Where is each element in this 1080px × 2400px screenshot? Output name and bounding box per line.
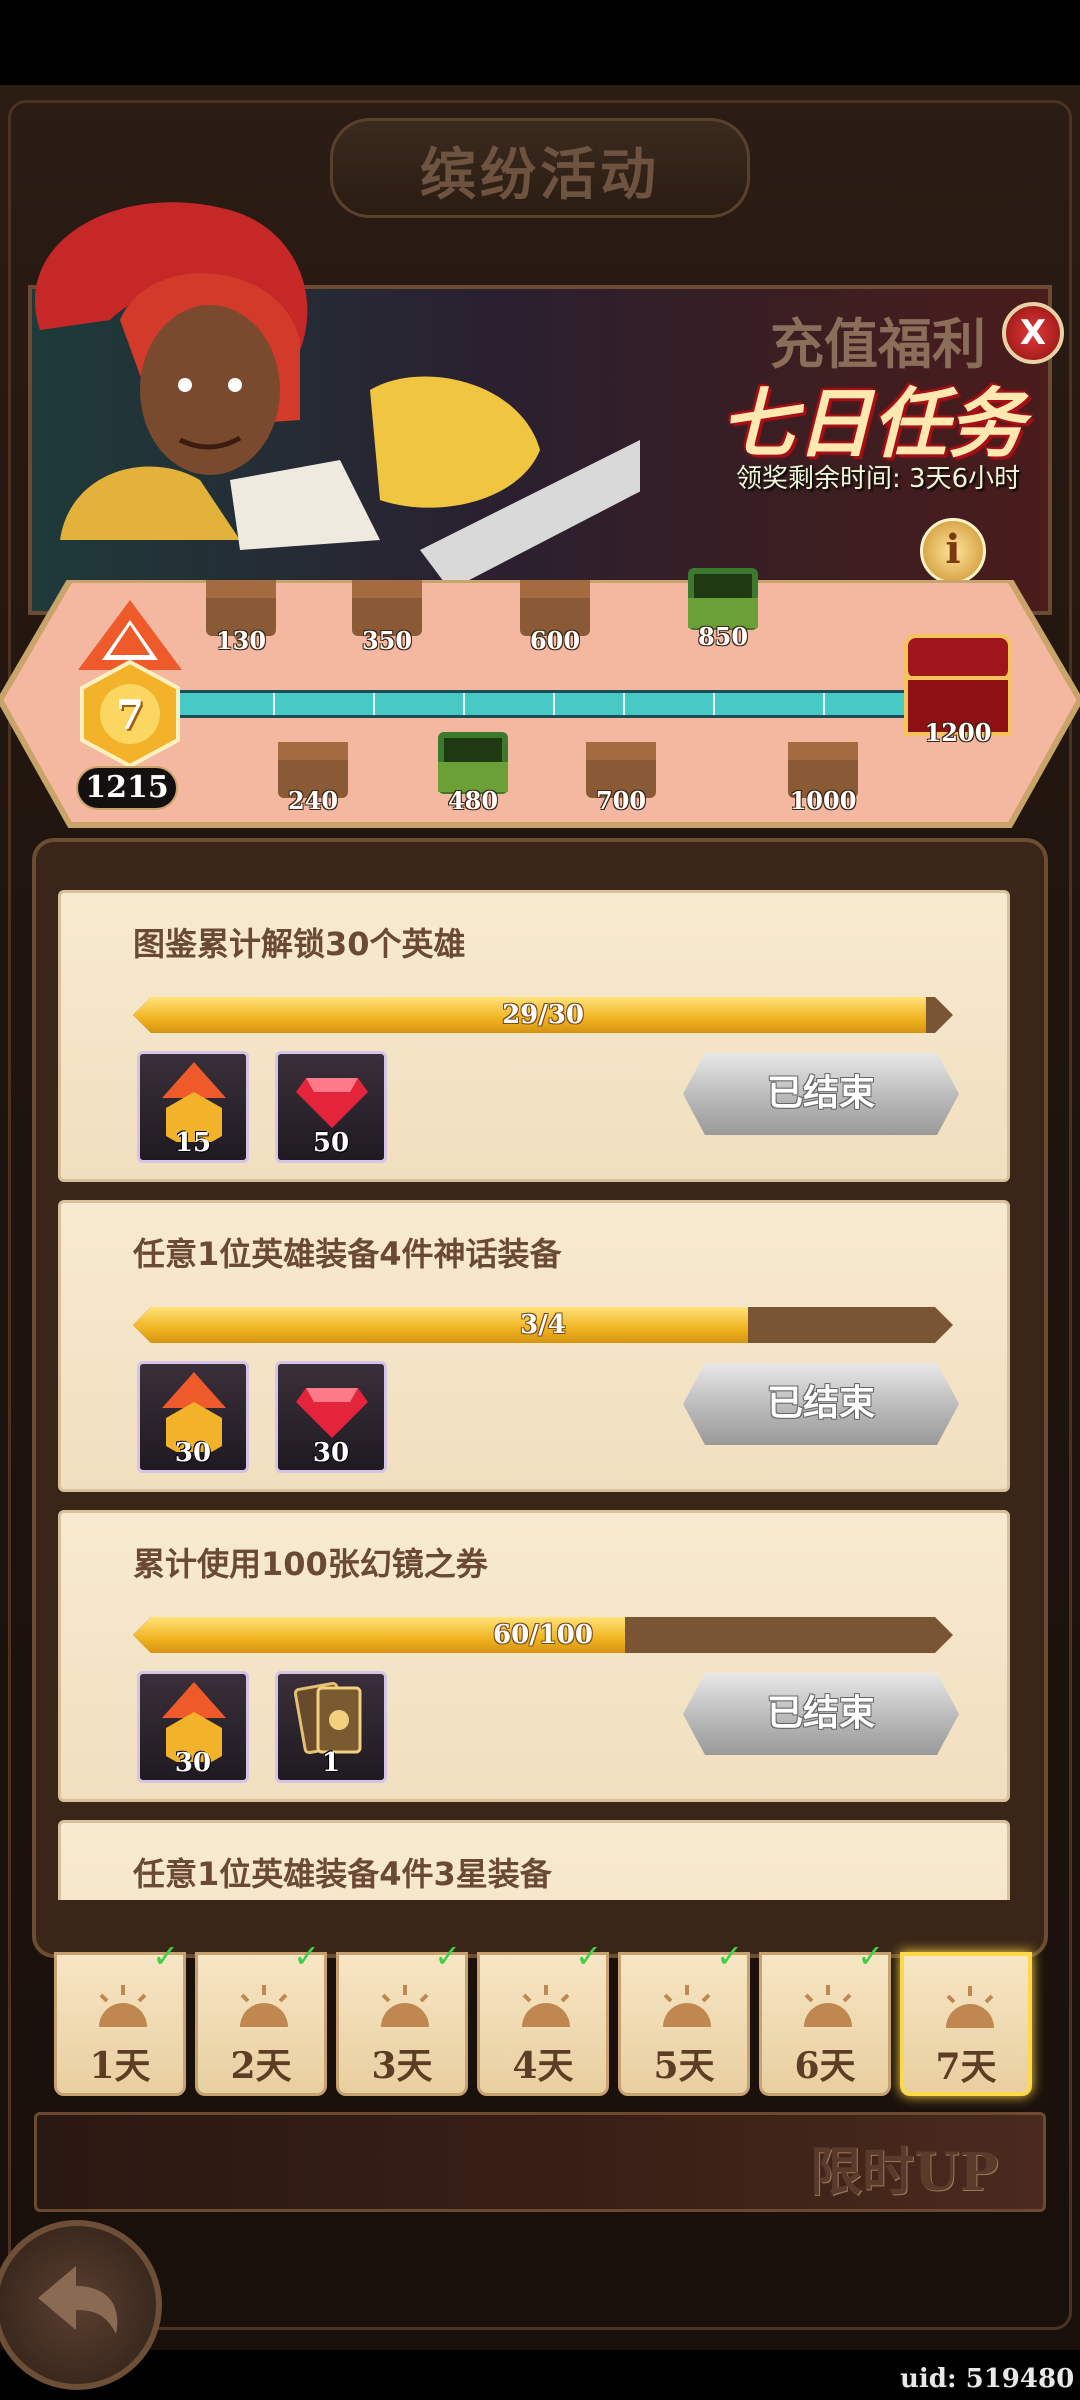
chest-value: 850 [697, 622, 749, 651]
check-icon: ✓ [857, 1937, 884, 1975]
reward-item[interactable]: 50 [275, 1051, 387, 1163]
reward-item[interactable]: 1 [275, 1671, 387, 1783]
reward-item[interactable]: 15 [137, 1051, 249, 1163]
track-tick [713, 693, 715, 715]
reward-count: 50 [312, 1128, 350, 1158]
task-card: 累计使用100张幻镜之券 60/100 30 1 已结束 [58, 1510, 1010, 1802]
chest-1200[interactable]: 1200 [902, 630, 1014, 747]
sunrise-icon [240, 1985, 288, 2027]
task-progress-bar: 3/4 [133, 1307, 953, 1343]
claim-button[interactable]: 已结束 [683, 1363, 959, 1445]
day-label: 3天 [371, 2045, 433, 2087]
check-icon: ✓ [434, 1937, 461, 1975]
check-icon: ✓ [716, 1937, 743, 1975]
sunrise-icon [99, 1985, 147, 2027]
chest-value: 480 [447, 786, 499, 815]
back-button[interactable] [0, 2220, 162, 2390]
ruby-icon [296, 1078, 368, 1128]
sunrise-icon [946, 1986, 994, 2028]
chest-850[interactable]: 850 [686, 566, 760, 651]
track-tick [373, 693, 375, 715]
task-progress-bar: 60/100 [133, 1617, 953, 1653]
progress-text: 29/30 [502, 1000, 584, 1030]
time-remaining: 领奖剩余时间: 3天6小时 [736, 464, 1021, 494]
reward-count: 1 [321, 1748, 341, 1778]
chest-value: 1200 [924, 718, 992, 747]
chest-value: 240 [287, 786, 339, 815]
points-total: 1215 [76, 766, 178, 810]
day-tab-4[interactable]: ✓ 4天 [477, 1937, 609, 2096]
task-title: 图鉴累计解锁30个英雄 [133, 925, 466, 963]
check-icon: ✓ [152, 1937, 179, 1975]
sunrise-icon [663, 1985, 711, 2027]
limited-up-label: 限时UP [810, 2142, 999, 2203]
back-arrow-icon [38, 2266, 118, 2334]
day-label: 2天 [230, 2045, 292, 2087]
chest-value: 1000 [789, 786, 857, 815]
reward-item[interactable]: 30 [137, 1361, 249, 1473]
reward-count: 30 [174, 1748, 212, 1778]
task-title: 任意1位英雄装备4件3星装备 [133, 1855, 552, 1893]
task-card: 任意1位英雄装备4件神话装备 3/4 30 30 已结束 [58, 1200, 1010, 1492]
user-id: uid: 519480 [900, 2364, 1075, 2394]
chest-240[interactable]: 240 [276, 736, 350, 815]
day-tab-3[interactable]: ✓ 3天 [336, 1937, 468, 2096]
task-title: 累计使用100张幻镜之券 [133, 1545, 488, 1583]
chest-value: 130 [215, 626, 267, 655]
sunrise-icon [522, 1985, 570, 2027]
claim-button[interactable]: 已结束 [683, 1673, 959, 1755]
day-label: 5天 [653, 2045, 715, 2087]
day-label: 4天 [512, 2045, 574, 2087]
day-label: 6天 [794, 2045, 856, 2087]
close-button[interactable]: X [1002, 302, 1064, 364]
ruby-icon [296, 1388, 368, 1438]
claim-button[interactable]: 已结束 [683, 1053, 959, 1135]
level-number: 7 [116, 692, 144, 739]
track-tick [553, 693, 555, 715]
chest-480[interactable]: 480 [436, 730, 510, 815]
level-badge: 7 [70, 600, 190, 775]
day-tab-2[interactable]: ✓ 2天 [195, 1937, 327, 2096]
chest-350[interactable]: 350 [350, 574, 424, 655]
track-tick [823, 693, 825, 715]
level-badge-icon [78, 600, 182, 769]
chest-value: 350 [361, 626, 413, 655]
day-tab-6[interactable]: ✓ 6天 [759, 1937, 891, 2096]
chest-130[interactable]: 130 [204, 574, 278, 655]
progress-text: 60/100 [493, 1620, 593, 1650]
banner-title: 七日任务 [720, 379, 1024, 468]
info-button[interactable]: i [920, 518, 986, 584]
reward-item[interactable]: 30 [275, 1361, 387, 1473]
reward-count: 30 [312, 1438, 350, 1468]
day-label: 7天 [935, 2046, 997, 2088]
day-label: 1天 [89, 2045, 151, 2087]
points-track [170, 690, 920, 718]
task-card: 任意1位英雄装备4件3星装备 [58, 1820, 1010, 1900]
chest-700[interactable]: 700 [584, 736, 658, 815]
day-tab-7[interactable]: 7天 [900, 1952, 1032, 2096]
chest-value: 700 [595, 786, 647, 815]
reward-count: 30 [174, 1438, 212, 1468]
reward-count: 15 [174, 1128, 212, 1158]
chest-1000[interactable]: 1000 [786, 736, 860, 815]
check-icon: ✓ [293, 1937, 320, 1975]
track-tick [623, 693, 625, 715]
progress-text: 3/4 [520, 1310, 566, 1340]
track-tick [273, 693, 275, 715]
reward-item[interactable]: 30 [137, 1671, 249, 1783]
hero-illustration [34, 202, 640, 590]
sunrise-icon [804, 1985, 852, 2027]
task-card: 图鉴累计解锁30个英雄 29/30 15 50 已结束 [58, 890, 1010, 1182]
check-icon: ✓ [575, 1937, 602, 1975]
day-tab-1[interactable]: ✓ 1天 [54, 1937, 186, 2096]
task-list[interactable]: 图鉴累计解锁30个英雄 29/30 15 50 已结束 任意1位英雄装备4件神话… [58, 888, 1010, 1900]
chest-value: 600 [529, 626, 581, 655]
chest-600[interactable]: 600 [518, 574, 592, 655]
sunrise-icon [381, 1985, 429, 2027]
track-tick [463, 693, 465, 715]
task-title: 任意1位英雄装备4件神话装备 [133, 1235, 562, 1273]
day-tab-5[interactable]: ✓ 5天 [618, 1937, 750, 2096]
task-progress-bar: 29/30 [133, 997, 953, 1033]
